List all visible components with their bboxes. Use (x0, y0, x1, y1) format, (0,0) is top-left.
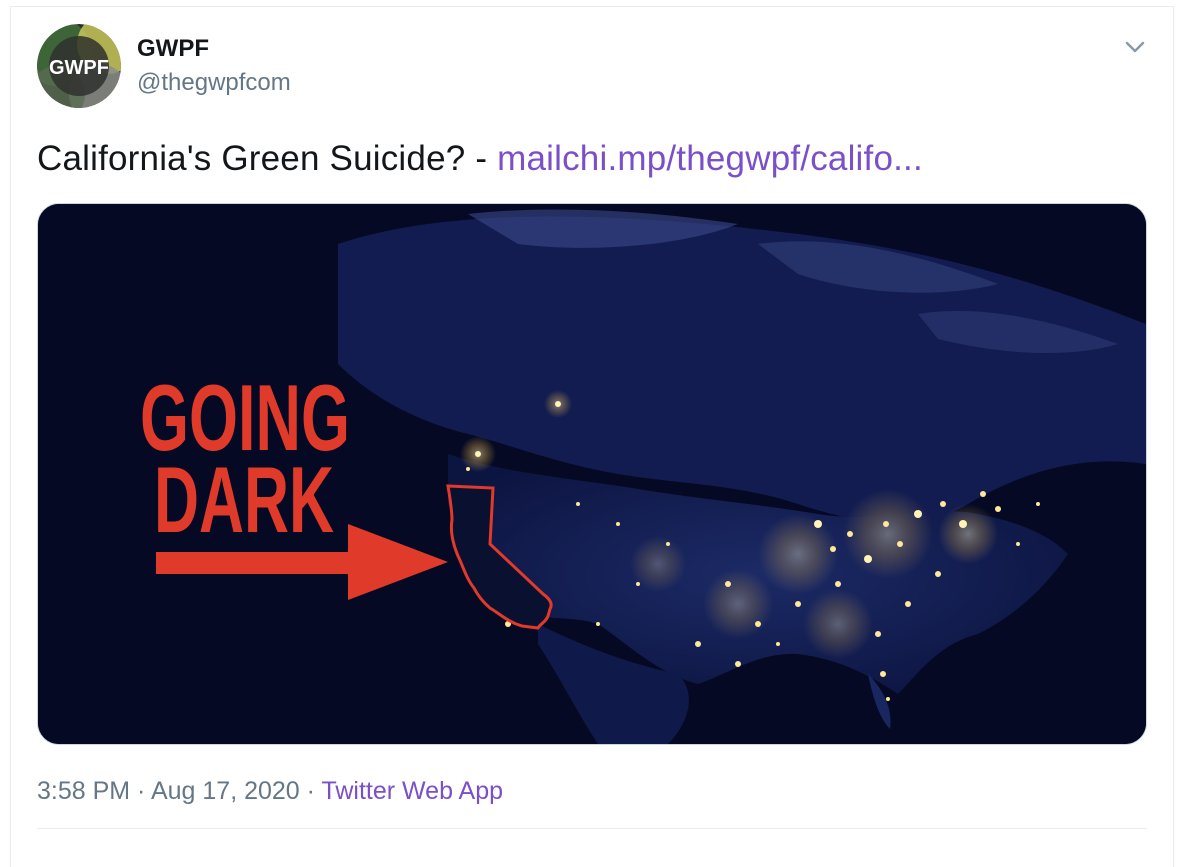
headline-line2: DARK (154, 447, 334, 552)
tweet-source[interactable]: Twitter Web App (321, 777, 503, 805)
tweet-image[interactable]: GOING DARK (37, 203, 1147, 745)
tweet-date[interactable]: Aug 17, 2020 (151, 777, 300, 805)
avatar-text: GWPF (49, 57, 109, 79)
meta-separator-1: · (130, 777, 151, 805)
gwpf-logo-icon: GWPF (37, 24, 121, 108)
tweet-card: GWPF GWPF @thegwpfcom California's Green… (10, 6, 1174, 867)
author-handle[interactable]: @thegwpfcom (137, 69, 291, 97)
tweet-text: California's Green Suicide? - mailchi.mp… (37, 139, 923, 179)
tweet-link[interactable]: mailchi.mp/thegwpf/califo... (497, 139, 923, 178)
tweet-time[interactable]: 3:58 PM (37, 777, 130, 805)
meta-separator-2: · (299, 777, 322, 805)
chevron-down-icon[interactable] (1121, 33, 1149, 61)
night-map-image: GOING DARK (38, 204, 1146, 744)
divider (37, 828, 1147, 829)
avatar[interactable]: GWPF (37, 24, 121, 108)
tweet-body-text: California's Green Suicide? - (37, 139, 498, 178)
tweet-meta: 3:58 PM · Aug 17, 2020 · Twitter Web App (37, 777, 503, 806)
author-display-name[interactable]: GWPF (137, 35, 209, 63)
